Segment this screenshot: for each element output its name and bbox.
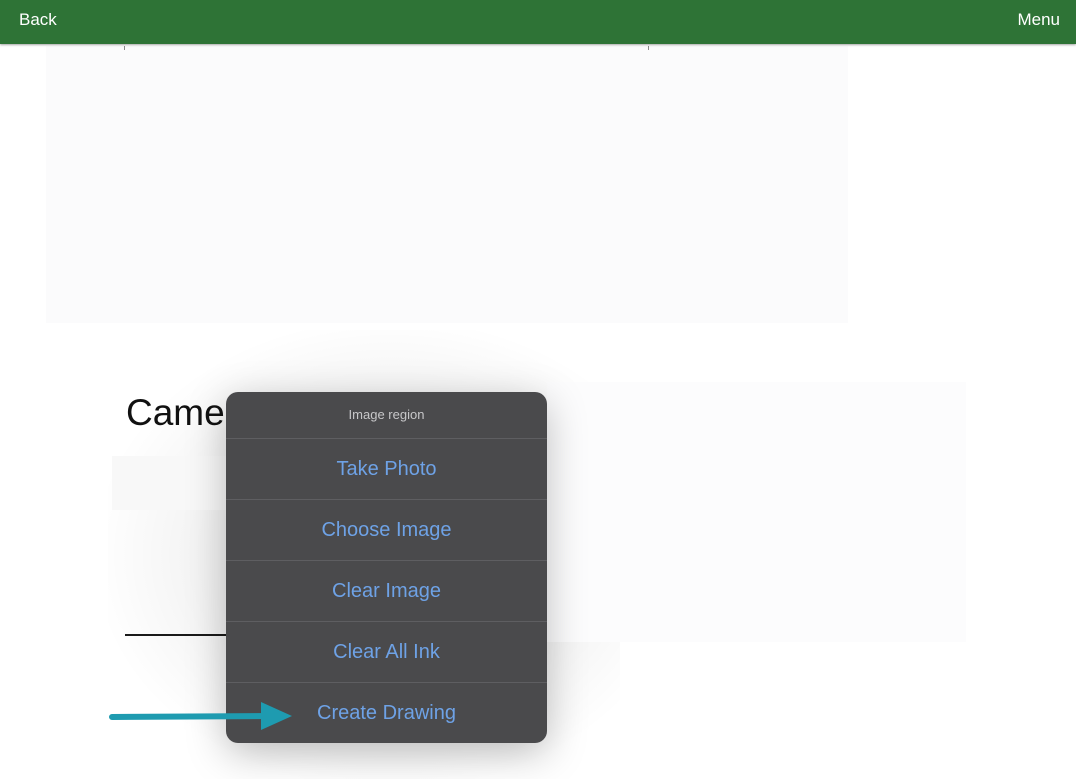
- canvas-tick-mark: [648, 46, 649, 50]
- back-button[interactable]: Back: [19, 10, 57, 30]
- menu-title: Image region: [226, 392, 547, 439]
- arrow-right-icon: [109, 702, 292, 730]
- section-heading: Came: [126, 392, 225, 433]
- field-underline: [125, 634, 227, 636]
- menu-button[interactable]: Menu: [1017, 10, 1060, 30]
- take-photo-button[interactable]: Take Photo: [226, 439, 547, 500]
- clear-all-ink-button[interactable]: Clear All Ink: [226, 622, 547, 683]
- clear-image-button[interactable]: Clear Image: [226, 561, 547, 622]
- top-navigation-bar: Back Menu: [0, 0, 1076, 44]
- image-region-action-menu: Image region Take Photo Choose Image Cle…: [226, 392, 547, 743]
- drawing-canvas[interactable]: [46, 46, 848, 323]
- image-region[interactable]: [547, 382, 966, 642]
- canvas-tick-mark: [124, 46, 125, 50]
- choose-image-button[interactable]: Choose Image: [226, 500, 547, 561]
- field-background-strip: [112, 456, 226, 510]
